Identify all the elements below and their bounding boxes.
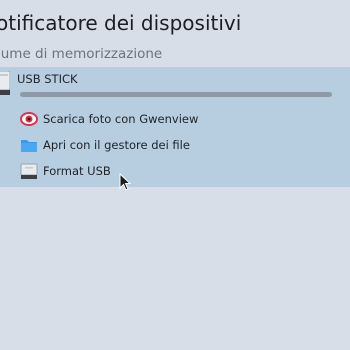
storage-usage-fill [20,92,332,97]
action-open-gwenview[interactable]: Scarica foto con Gwenview [20,108,320,130]
action-open-file-manager[interactable]: Apri con il gestore dei file [20,134,320,156]
action-format-usb[interactable]: Format USB [20,160,320,182]
page-title: otificatore dei dispositivi [0,11,242,35]
action-label: Format USB [43,164,111,178]
device-panel: USB STICK Scarica foto con Gwenview Apri… [0,67,350,187]
mouse-pointer-icon [119,173,131,191]
folder-icon [21,140,37,152]
action-label: Apri con il gestore dei file [43,138,190,152]
device-name: USB STICK [17,72,78,86]
usb-drive-icon [20,163,38,179]
gwenview-icon [20,112,38,126]
device-row[interactable]: USB STICK [0,67,350,95]
section-label: lume di memorizzazione [0,46,163,62]
action-label: Scarica foto con Gwenview [43,112,199,126]
storage-usage-bar [20,92,332,97]
usb-drive-icon [0,71,10,95]
